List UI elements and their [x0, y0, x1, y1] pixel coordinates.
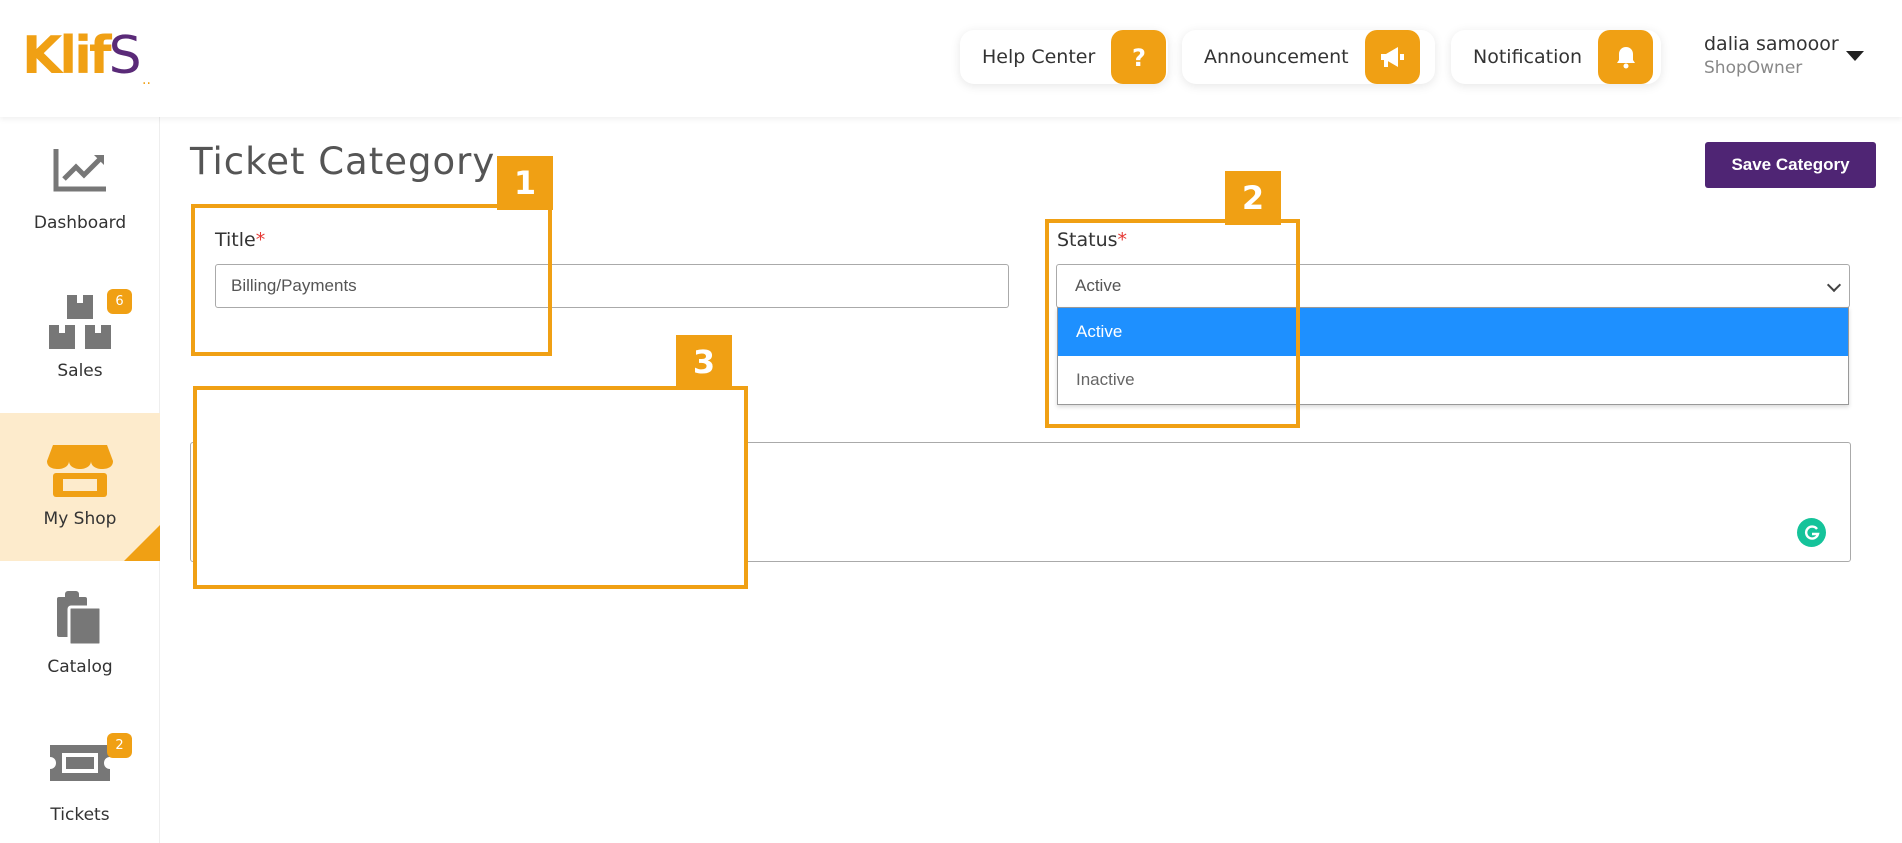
sidebar-item-label: Dashboard	[33, 213, 127, 233]
active-corner-marker	[124, 525, 160, 561]
store-icon	[0, 443, 160, 501]
sidebar: Dashboard 6 Sales My Shop Catalog 2 Tick…	[0, 117, 160, 843]
ticket-icon	[0, 739, 160, 797]
sidebar-item-label: Sales	[57, 361, 103, 381]
sidebar-item-dashboard[interactable]: Dashboard	[0, 117, 160, 265]
top-header: KlifS .. Help Center ? Announcement Noti…	[0, 0, 1902, 117]
page-title: Ticket Category	[190, 140, 496, 183]
chevron-down-icon	[1826, 277, 1842, 293]
sidebar-item-label: Catalog	[47, 657, 113, 677]
caret-down-icon[interactable]	[1846, 51, 1864, 61]
annotation-box-2	[1045, 219, 1300, 428]
question-icon: ?	[1111, 30, 1167, 84]
sales-badge: 6	[107, 289, 132, 314]
svg-text:?: ?	[1132, 44, 1146, 70]
user-role: ShopOwner	[1704, 58, 1803, 78]
grammarly-icon[interactable]	[1797, 518, 1826, 547]
save-category-button[interactable]: Save Category	[1705, 142, 1876, 188]
boxes-icon	[0, 295, 160, 353]
bell-icon	[1598, 30, 1654, 84]
announcement-button[interactable]: Announcement	[1182, 30, 1435, 84]
user-name: dalia samooor	[1704, 33, 1839, 55]
annotation-number-3: 3	[676, 335, 732, 389]
sidebar-item-sales[interactable]: 6 Sales	[0, 265, 160, 413]
sidebar-item-catalog[interactable]: Catalog	[0, 561, 160, 709]
annotation-number-2: 2	[1225, 171, 1281, 225]
help-center-label: Help Center	[982, 46, 1096, 68]
notification-label: Notification	[1473, 46, 1583, 68]
sidebar-item-my-shop[interactable]: My Shop	[0, 413, 160, 561]
logo-dots: ..	[142, 72, 151, 88]
user-menu[interactable]: dalia samooor ShopOwner	[1704, 33, 1839, 78]
megaphone-icon	[1364, 30, 1420, 84]
sidebar-item-label: Tickets	[50, 805, 110, 825]
sidebar-item-tickets[interactable]: 2 Tickets	[0, 709, 160, 843]
tickets-badge: 2	[107, 733, 132, 758]
clipboard-icon	[0, 591, 160, 649]
annotation-box-3	[193, 386, 748, 589]
annotation-box-1	[191, 204, 552, 356]
logo-text: KlifS	[22, 26, 142, 86]
klifs-logo[interactable]: KlifS ..	[22, 26, 177, 88]
chart-icon	[0, 147, 160, 205]
help-center-button[interactable]: Help Center ?	[960, 30, 1168, 84]
notification-button[interactable]: Notification	[1451, 30, 1661, 84]
announcement-label: Announcement	[1204, 46, 1349, 68]
annotation-number-1: 1	[497, 156, 553, 210]
